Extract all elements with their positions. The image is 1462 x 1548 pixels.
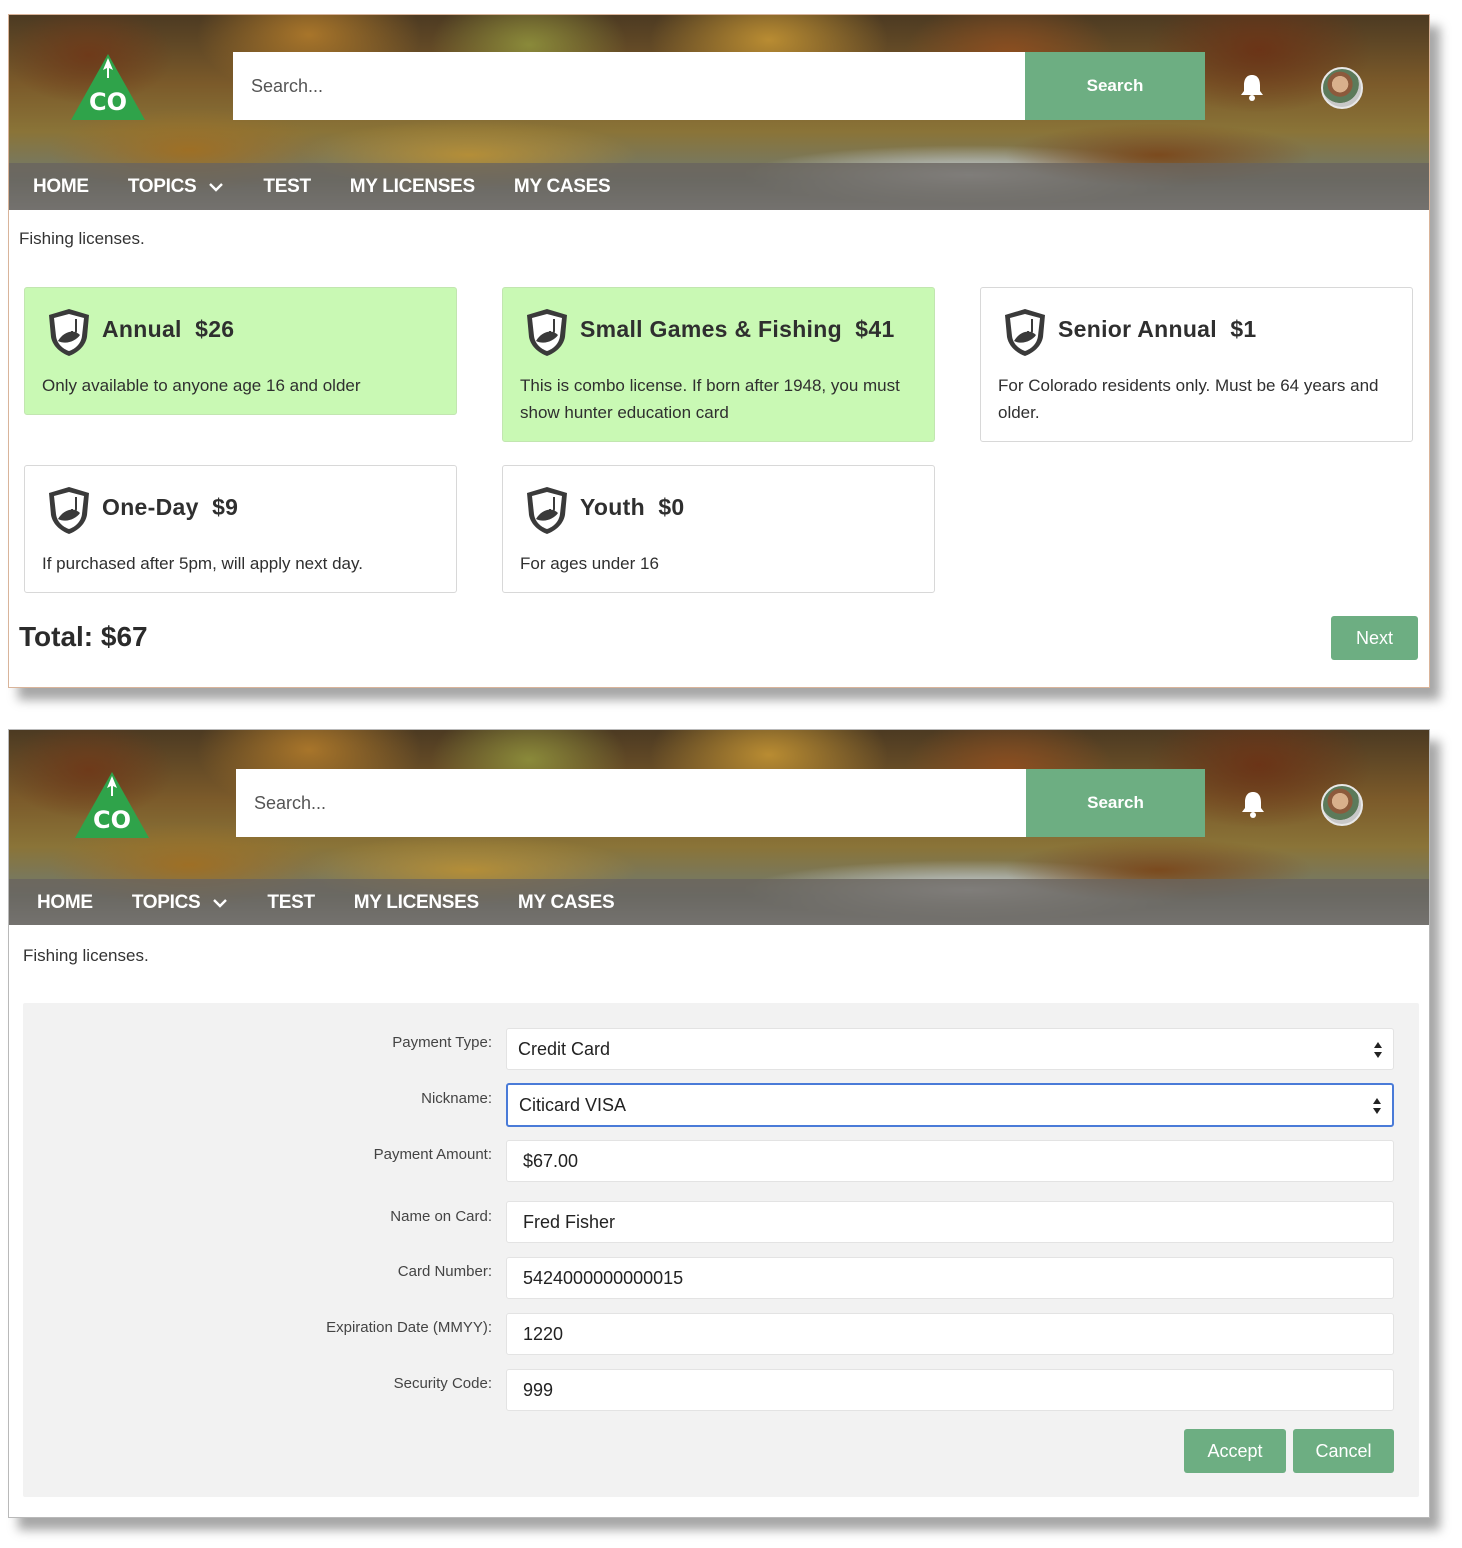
chevron-down-icon	[209, 182, 224, 192]
license-card-annual[interactable]: Annual $26 Only available to anyone age …	[24, 287, 457, 415]
select-arrows-icon	[1374, 1042, 1382, 1058]
co-logo-icon[interactable]: CO	[69, 52, 147, 122]
nav-topics-label: TOPICS	[131, 891, 201, 913]
shield-fish-icon	[49, 487, 89, 534]
card-title: Small Games & Fishing $41	[580, 316, 895, 342]
page-caption: Fishing licenses.	[19, 229, 145, 248]
shield-fish-icon	[527, 309, 567, 356]
card-description: This is combo license. If born after 194…	[520, 376, 900, 422]
payment-amount-field[interactable]: $67.00	[506, 1140, 1394, 1182]
search-button[interactable]: Search	[1026, 769, 1205, 837]
nav-test[interactable]: TEST	[267, 892, 315, 914]
expiration-field[interactable]: 1220	[506, 1313, 1394, 1355]
search-button[interactable]: Search	[1025, 52, 1205, 120]
bell-icon[interactable]	[1240, 790, 1266, 818]
card-description: Only available to anyone age 16 and olde…	[42, 376, 361, 395]
name-on-card-value: Fred Fisher	[523, 1211, 616, 1232]
license-card-one-day[interactable]: One-Day $9 If purchased after 5pm, will …	[24, 465, 457, 593]
payment-form: Payment Type: Credit Card Nickname: Citi…	[23, 1003, 1419, 1497]
license-selection-window: CO Search HOME TOPICS TEST MY LICENSES M…	[8, 14, 1430, 688]
card-description: For Colorado residents only. Must be 64 …	[998, 376, 1379, 422]
expiration-label: Expiration Date (MMYY):	[326, 1319, 492, 1336]
nav-home[interactable]: HOME	[33, 176, 89, 198]
page-caption: Fishing licenses.	[23, 946, 149, 965]
payment-type-select[interactable]: Credit Card	[506, 1028, 1394, 1070]
logo-text: CO	[93, 806, 131, 834]
name-on-card-field[interactable]: Fred Fisher	[506, 1201, 1394, 1243]
security-code-label: Security Code:	[393, 1375, 492, 1392]
nav-my-cases[interactable]: MY CASES	[514, 176, 611, 198]
order-total: Total: $67	[19, 621, 148, 652]
nav-my-licenses[interactable]: MY LICENSES	[350, 176, 475, 198]
license-card-senior-annual[interactable]: Senior Annual $1 For Colorado residents …	[980, 287, 1413, 442]
expiration-value: 1220	[523, 1323, 564, 1344]
shield-fish-icon	[1005, 309, 1045, 356]
license-card-small-games-fishing[interactable]: Small Games & Fishing $41 This is combo …	[502, 287, 935, 442]
payment-type-label: Payment Type:	[392, 1034, 492, 1051]
card-number-value: 5424000000000015	[523, 1267, 684, 1288]
card-description: For ages under 16	[520, 554, 659, 573]
security-code-value: 999	[523, 1379, 554, 1400]
co-logo-icon[interactable]: CO	[73, 770, 151, 840]
card-title: Youth $0	[580, 494, 685, 520]
payment-type-value: Credit Card	[518, 1038, 611, 1059]
accept-button[interactable]: Accept	[1184, 1429, 1286, 1473]
card-description: If purchased after 5pm, will apply next …	[42, 554, 363, 573]
nav-topics[interactable]: TOPICS	[132, 892, 229, 914]
nickname-value: Citicard VISA	[519, 1094, 627, 1115]
card-title: One-Day $9	[102, 494, 239, 520]
site-header: CO Search HOME TOPICS TEST MY LICENSES M…	[9, 730, 1429, 925]
main-nav: HOME TOPICS TEST MY LICENSES MY CASES	[9, 163, 1429, 210]
security-code-field[interactable]: 999	[506, 1369, 1394, 1411]
site-header: CO Search HOME TOPICS TEST MY LICENSES M…	[9, 15, 1429, 210]
card-number-label: Card Number:	[397, 1263, 492, 1280]
shield-fish-icon	[527, 487, 567, 534]
card-title: Senior Annual $1	[1058, 316, 1257, 342]
payment-window: CO Search HOME TOPICS TEST MY LICENSES M…	[8, 729, 1430, 1518]
shield-fish-icon	[49, 309, 89, 356]
license-card-youth[interactable]: Youth $0 For ages under 16	[502, 465, 935, 593]
name-on-card-label: Name on Card:	[390, 1208, 492, 1225]
nav-my-licenses[interactable]: MY LICENSES	[354, 892, 479, 914]
avatar[interactable]	[1321, 784, 1363, 826]
card-number-field[interactable]: 5424000000000015	[506, 1257, 1394, 1299]
next-button[interactable]: Next	[1331, 616, 1418, 660]
nickname-select[interactable]: Citicard VISA	[506, 1083, 1394, 1127]
payment-amount-label: Payment Amount:	[373, 1146, 492, 1163]
logo-text: CO	[89, 88, 127, 116]
select-arrows-icon	[1373, 1098, 1381, 1114]
nav-topics-label: TOPICS	[127, 175, 197, 197]
nav-test[interactable]: TEST	[263, 176, 311, 198]
cancel-button[interactable]: Cancel	[1293, 1429, 1394, 1473]
main-nav: HOME TOPICS TEST MY LICENSES MY CASES	[9, 879, 1429, 925]
card-title: Annual $26	[102, 316, 235, 342]
nav-home[interactable]: HOME	[37, 892, 93, 914]
payment-amount-value: $67.00	[523, 1150, 579, 1171]
nav-topics[interactable]: TOPICS	[128, 176, 225, 198]
search-input[interactable]	[236, 769, 1026, 837]
bell-icon[interactable]	[1239, 73, 1265, 101]
avatar[interactable]	[1321, 67, 1363, 109]
nickname-label: Nickname:	[421, 1090, 492, 1107]
nav-my-cases[interactable]: MY CASES	[518, 892, 615, 914]
chevron-down-icon	[213, 898, 228, 908]
search-input[interactable]	[233, 52, 1025, 120]
